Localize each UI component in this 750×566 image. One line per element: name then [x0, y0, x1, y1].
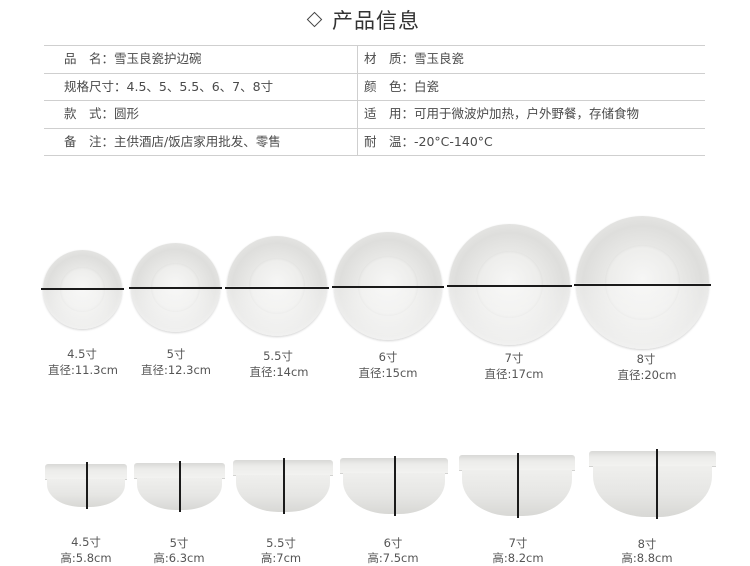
bowl-height-label: 高:8.8cm — [621, 551, 673, 565]
info-cell-temperature: 耐 温：-20°C-140°C — [364, 129, 493, 156]
info-value: 雪玉良瓷护边碗 — [114, 51, 202, 66]
info-row: 备 注：主供酒店/饭店家用批发、零售 耐 温：-20°C-140°C — [44, 128, 705, 156]
height-line — [517, 453, 519, 518]
section-title: 产品信息 — [332, 9, 420, 33]
height-line — [179, 461, 181, 512]
diamond-icon — [306, 11, 323, 28]
diameter-line — [41, 288, 124, 290]
diameter-line — [447, 285, 572, 287]
info-label: 品 名： — [64, 51, 115, 66]
bowl-size-label: 5寸 — [166, 347, 186, 361]
bowl-diameter-label: 直径:14cm — [249, 365, 309, 379]
info-value: 可用于微波炉加热，户外野餐，存储食物 — [414, 106, 640, 121]
product-info-table: 品 名：雪玉良瓷护边碗 材 质：雪玉良瓷 规格尺寸：4.5、5、5.5、6、7、… — [44, 45, 705, 156]
bowl-top-view-image — [43, 250, 122, 329]
bowl-size-label: 7寸 — [504, 351, 524, 365]
info-cell-color: 颜 色：白瓷 — [364, 74, 439, 101]
bowl-height-label: 高:7cm — [260, 551, 302, 565]
column-divider — [357, 128, 358, 155]
diameter-line — [129, 287, 222, 289]
info-row: 品 名：雪玉良瓷护边碗 材 质：雪玉良瓷 — [44, 45, 705, 74]
bowl-top-view-image — [576, 216, 709, 349]
bowl-diameter-label: 直径:15cm — [358, 366, 418, 380]
bowl-size-label: 6寸 — [383, 536, 403, 550]
diameter-line — [225, 287, 329, 289]
info-value: 白瓷 — [414, 78, 440, 94]
info-label: 款 式： — [64, 106, 115, 121]
column-divider — [357, 73, 358, 100]
bowl-height-label: 高:7.5cm — [367, 551, 419, 565]
info-value: 雪玉良瓷 — [414, 51, 465, 66]
info-cell-style: 款 式：圆形 — [64, 101, 139, 128]
info-label: 备 注： — [64, 133, 115, 149]
info-value: 4.5、5、5.5、6、7、8寸 — [126, 78, 274, 94]
diameter-line — [574, 284, 711, 286]
bowl-size-label: 7寸 — [508, 536, 528, 550]
bowl-height-label: 高:5.8cm — [60, 551, 112, 565]
info-cell-usage: 适 用：可用于微波炉加热，户外野餐，存储食物 — [364, 101, 639, 128]
bowl-height-label: 高:8.2cm — [492, 551, 544, 565]
info-label: 耐 温： — [364, 133, 415, 149]
bowl-size-label: 6寸 — [378, 350, 398, 364]
height-line — [394, 456, 396, 516]
info-label: 规格尺寸： — [64, 78, 127, 94]
height-line — [656, 449, 658, 519]
info-cell-note: 备 注：主供酒店/饭店家用批发、零售 — [64, 129, 281, 156]
bowl-diameter-label: 直径:20cm — [617, 368, 677, 382]
bowl-size-label: 5寸 — [169, 536, 189, 550]
info-row: 规格尺寸：4.5、5、5.5、6、7、8寸 颜 色：白瓷 — [44, 73, 705, 101]
bowl-size-label: 5.5寸 — [266, 536, 296, 550]
info-value: 主供酒店/饭店家用批发、零售 — [114, 133, 281, 149]
height-line — [86, 462, 88, 509]
info-label: 材 质： — [364, 51, 415, 66]
column-divider — [357, 101, 358, 128]
bowl-size-label: 4.5寸 — [67, 347, 97, 361]
bowl-diameter-label: 直径:11.3cm — [47, 363, 118, 377]
info-row: 款 式：圆形 适 用：可用于微波炉加热，户外野餐，存储食物 — [44, 101, 705, 129]
info-label: 颜 色： — [364, 78, 415, 94]
bowl-size-label: 8寸 — [636, 352, 656, 366]
section-header: 产品信息 — [0, 0, 750, 40]
bowl-height-label: 高:6.3cm — [153, 551, 205, 565]
bowl-size-label: 5.5寸 — [263, 349, 293, 363]
bowl-side-view-image — [589, 451, 716, 517]
info-cell-material: 材 质：雪玉良瓷 — [364, 46, 464, 73]
column-divider — [357, 46, 358, 73]
bowl-diameter-label: 直径:17cm — [484, 367, 544, 381]
info-cell-sizes: 规格尺寸：4.5、5、5.5、6、7、8寸 — [64, 74, 273, 101]
bowl-top-view-image — [227, 236, 327, 336]
info-cell-name: 品 名：雪玉良瓷护边碗 — [64, 46, 202, 73]
bowl-size-label: 4.5寸 — [71, 535, 101, 549]
info-label: 适 用： — [364, 106, 415, 121]
diameter-line — [332, 286, 444, 288]
info-value: 圆形 — [114, 106, 140, 121]
info-value: -20°C-140°C — [414, 133, 493, 149]
height-line — [283, 458, 285, 514]
bowl-diameter-label: 直径:12.3cm — [140, 363, 211, 377]
